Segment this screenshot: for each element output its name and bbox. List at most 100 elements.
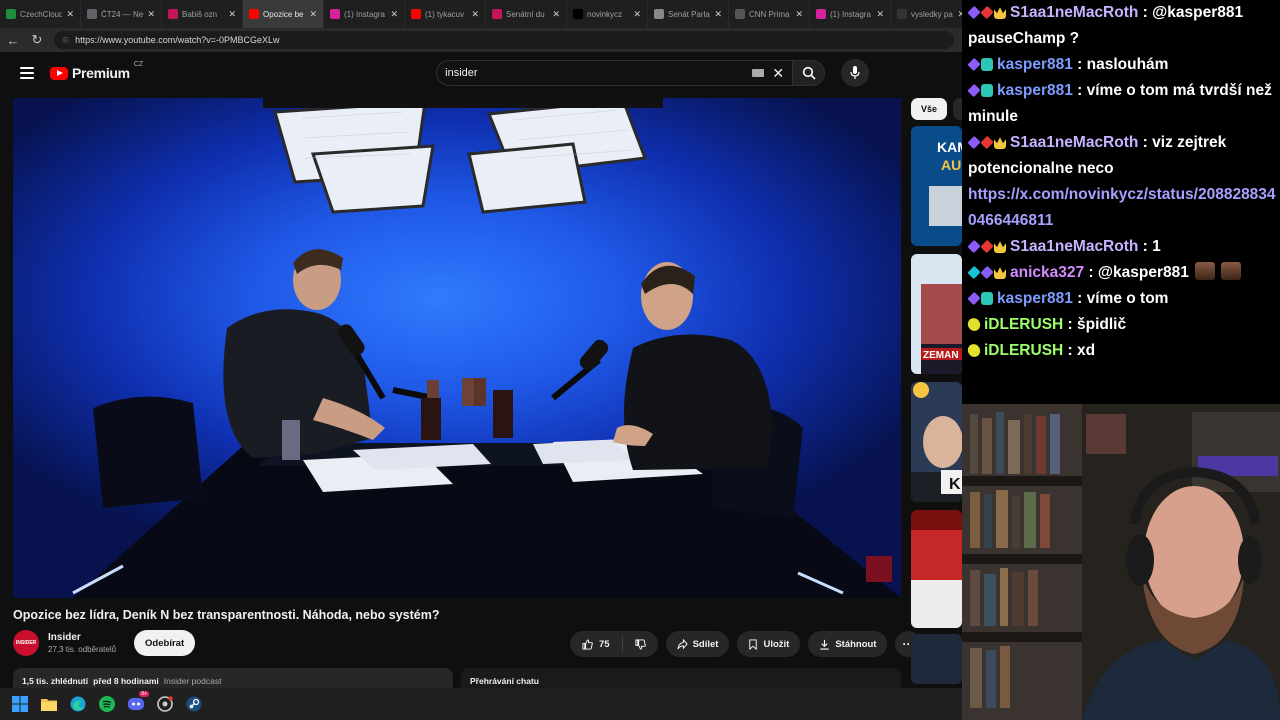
edge-browser-icon[interactable] [69,695,87,713]
browser-tab[interactable]: Senátní du ✕ [486,0,567,28]
youtube-premium-logo[interactable]: Premium CZ [50,61,143,81]
chat-username[interactable]: kasper881 [997,56,1073,73]
chat-link[interactable]: https://x.com/novinkycz/status/208828834… [968,186,1276,229]
save-button[interactable]: Uložit [737,631,801,657]
sub-badge-icon [967,83,981,98]
thumbnail-image [911,634,962,684]
browser-tab[interactable]: CzechCloud ✕ [0,0,81,28]
channel-avatar[interactable]: INSIDER [13,630,39,656]
windows-taskbar: 9+ [0,688,962,720]
czechcloud-icon [6,9,16,19]
reload-icon[interactable]: ↻ [30,32,44,48]
search-icon [802,66,816,80]
download-label: Stáhnout [835,638,877,650]
steam-icon[interactable] [185,695,203,713]
chip-all[interactable]: Vše [911,98,948,120]
channel-name[interactable]: Insider [48,632,116,643]
instagram-icon [330,9,340,19]
thumbnail-label: ZEMAN [923,350,959,361]
back-arrow-icon[interactable]: ← [6,33,20,48]
close-tab-icon[interactable]: ✕ [633,9,641,20]
browser-tab[interactable]: Babiš ozn ✕ [162,0,243,28]
search-icon [897,9,907,19]
browser-tab[interactable]: Opozice be ✕ [243,0,324,28]
download-button[interactable]: Stáhnout [808,631,888,657]
recommendation-thumbnail[interactable] [911,634,962,684]
chat-username[interactable]: S1aa1neMacRoth [1010,4,1138,21]
chat-username[interactable]: anicka327 [1010,264,1084,281]
chat-username[interactable]: iDLERUSH [984,342,1063,359]
thumbnail-label-2: AU [941,157,961,173]
discord-badge: 9+ [139,691,149,697]
chat-emote-icon [1220,262,1241,280]
browser-tab[interactable]: ČT24 — Ne ✕ [81,0,162,28]
close-tab-icon[interactable]: ✕ [390,9,398,20]
gb-badge-icon [981,292,993,305]
recommendation-thumbnail[interactable] [911,510,962,628]
windows-start-icon[interactable] [11,695,29,713]
recommendation-thumbnail[interactable]: K [911,382,962,502]
menu-icon[interactable] [20,67,34,79]
recommendation-thumbnail[interactable]: ZEMAN [911,254,962,374]
close-tab-icon[interactable]: ✕ [471,9,479,20]
description-box[interactable]: 1,5 tis. zhlédnutí před 8 hodinami Insid… [13,668,453,688]
clear-search-icon[interactable]: ✕ [772,65,784,82]
close-tab-icon[interactable]: ✕ [714,9,722,20]
close-tab-icon[interactable]: ✕ [552,9,560,20]
file-explorer-icon[interactable] [40,695,58,713]
subscribe-button[interactable]: Odebírat [134,630,196,656]
sub-badge-icon [967,291,981,306]
browser-tab[interactable]: (1) Instagra ✕ [810,0,891,28]
browser-tab[interactable]: (1) Instagra ✕ [324,0,405,28]
chat-badges [967,265,1006,280]
chat-username[interactable]: S1aa1neMacRoth [1010,134,1138,151]
close-tab-icon[interactable]: ✕ [309,9,317,20]
voice-search-button[interactable] [841,59,870,87]
keyboard-icon[interactable] [752,69,765,77]
channel-row: INSIDER Insider 27,3 tis. odběratelů Ode… [13,630,196,656]
chat-separator: : [1138,134,1153,151]
chrome-browser-icon[interactable] [156,695,174,713]
close-tab-icon[interactable]: ✕ [876,9,884,20]
crown-badge-icon [994,137,1006,149]
close-tab-icon[interactable]: ✕ [228,9,236,20]
chat-emote-icon [1194,262,1215,280]
spotify-icon[interactable] [98,695,116,713]
browser-tab[interactable]: Senát Parla ✕ [648,0,729,28]
chat-username[interactable]: kasper881 [997,82,1073,99]
yel-badge-icon [965,315,983,334]
share-button[interactable]: Sdílet [665,631,730,657]
video-actions: 75 Sdílet Uložit Stáhnout ··· [570,631,922,657]
search-button[interactable] [793,60,826,86]
close-tab-icon[interactable]: ✕ [66,9,74,20]
description-tag[interactable]: Insider podcast [164,676,222,688]
chat-message: kasper881 : víme o tom má tvrdší než min… [967,78,1280,130]
close-tab-icon[interactable]: ✕ [795,9,803,20]
wikipedia-icon [654,9,664,19]
video-player[interactable] [13,98,901,598]
chat-text: xd [1077,342,1096,359]
site-info-icon[interactable]: ☉ [62,36,69,45]
recommendation-thumbnail[interactable]: KAM AU [911,126,962,246]
browser-tab[interactable]: (1) tykacuv ✕ [405,0,486,28]
chat-username[interactable]: S1aa1neMacRoth [1010,238,1138,255]
like-button[interactable]: 75 [570,636,623,652]
search-input[interactable]: insider ✕ [436,60,794,86]
address-bar[interactable]: ☉ https://www.youtube.com/watch?v=-0PMBC… [54,31,954,49]
close-tab-icon[interactable]: ✕ [147,9,155,20]
chat-username[interactable]: iDLERUSH [984,316,1063,333]
browser-tab[interactable]: CNN Prima ✕ [729,0,810,28]
dislike-button[interactable] [623,638,658,650]
browser-tab-label: (1) Instagra [830,9,871,19]
chat-username[interactable]: kasper881 [997,290,1073,307]
discord-icon[interactable]: 9+ [127,691,149,713]
chat-text: naslouhám [1086,56,1169,73]
browser-tab[interactable]: novinkycz ✕ [567,0,648,28]
browser-tab[interactable]: vysledky pa ✕ [891,0,962,28]
chat-separator: : [1084,264,1098,281]
chat-message: kasper881 : víme o tom [967,286,1280,312]
chat-message: S1aa1neMacRoth : viz zejtrek potencional… [967,130,1280,234]
chat-replay-header[interactable]: Přehrávání chatu [461,668,901,688]
browser-tab-label: CNN Prima [749,9,790,19]
save-label: Uložit [763,638,790,650]
